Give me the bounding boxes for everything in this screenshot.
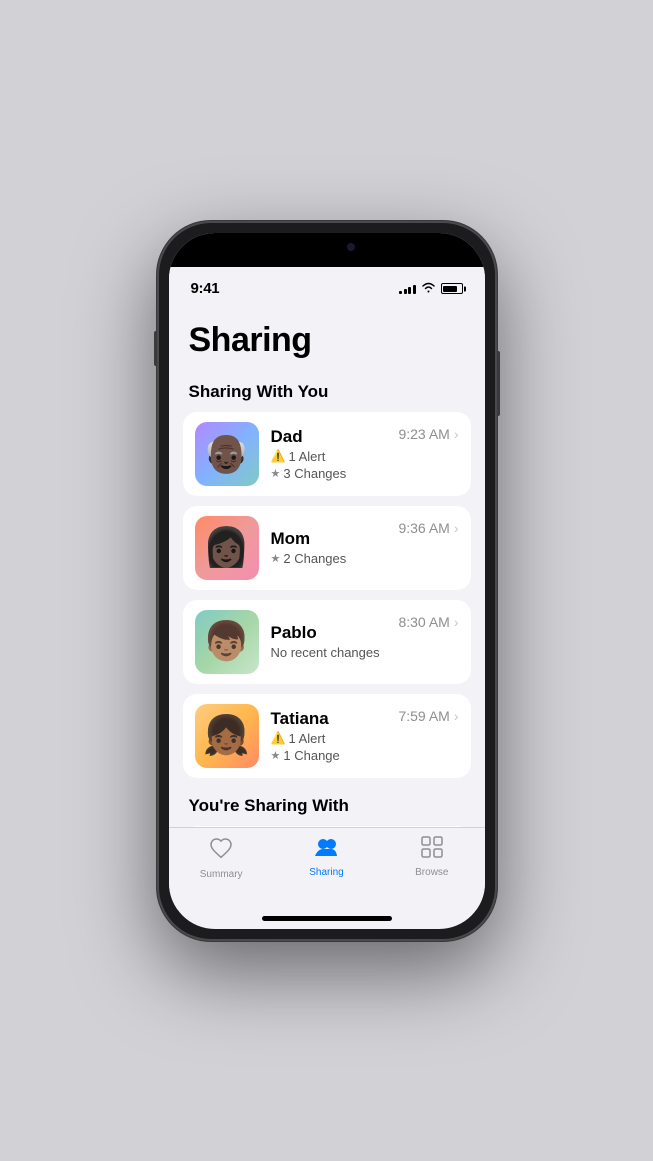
tab-bar: Summary Sharing <box>169 827 485 910</box>
contact-info-mom: Mom ★ 2 Changes <box>271 529 387 566</box>
screen-content[interactable]: Sharing Sharing With You 👴🏿 Dad ⚠️ 1 Ale… <box>169 311 485 827</box>
contact-changes-tatiana: ★ 1 Change <box>271 748 387 763</box>
contact-changes-mom: ★ 2 Changes <box>271 551 387 566</box>
contact-name-tatiana: Tatiana <box>271 709 387 729</box>
wifi-icon <box>421 282 436 296</box>
notch-area <box>169 233 485 267</box>
alert-icon-dad: ⚠️ <box>271 449 286 463</box>
tab-browse[interactable]: Browse <box>379 836 484 878</box>
status-time: 9:41 <box>191 280 220 297</box>
phone-screen: 9:41 <box>169 233 485 929</box>
contact-name-mom: Mom <box>271 529 387 549</box>
tab-summary[interactable]: Summary <box>169 836 274 880</box>
contact-time-tatiana: 7:59 AM › <box>398 704 458 724</box>
sharing-icon <box>313 836 339 864</box>
heart-icon <box>209 836 233 866</box>
contact-name-pablo: Pablo <box>271 623 387 643</box>
avatar-mom: 👩🏿 <box>195 516 259 580</box>
chevron-icon-tatiana: › <box>454 708 459 724</box>
chevron-icon-mom: › <box>454 520 459 536</box>
contact-changes-dad: ★ 3 Changes <box>271 466 387 481</box>
chevron-icon-dad: › <box>454 426 459 442</box>
contact-changes-pablo: No recent changes <box>271 645 387 660</box>
browse-icon <box>421 836 443 864</box>
contact-card-mom[interactable]: 👩🏿 Mom ★ 2 Changes 9:36 AM › <box>183 506 471 590</box>
contact-info-pablo: Pablo No recent changes <box>271 623 387 660</box>
signal-bars-icon <box>399 283 416 294</box>
contact-card-tatiana[interactable]: 👧🏾 Tatiana ⚠️ 1 Alert ★ 1 Change 7:59 AM <box>183 694 471 778</box>
contact-time-dad: 9:23 AM › <box>398 422 458 442</box>
star-icon-tatiana: ★ <box>271 749 281 762</box>
page-title: Sharing <box>169 311 485 374</box>
home-indicator <box>262 916 392 921</box>
tab-summary-label: Summary <box>200 869 243 880</box>
section-header-sharing-with-you: Sharing With You <box>169 374 485 412</box>
battery-icon <box>441 283 463 294</box>
star-icon-dad: ★ <box>271 467 281 480</box>
avatar-pablo: 👦🏽 <box>195 610 259 674</box>
contact-card-dad[interactable]: 👴🏿 Dad ⚠️ 1 Alert ★ 3 Changes 9:23 AM › <box>183 412 471 496</box>
avatar-tatiana: 👧🏾 <box>195 704 259 768</box>
phone-frame: 9:41 <box>157 221 497 941</box>
status-icons <box>399 282 463 296</box>
alert-icon-tatiana: ⚠️ <box>271 731 286 745</box>
camera-dot <box>347 243 355 251</box>
star-icon-mom: ★ <box>271 552 281 565</box>
avatar-dad: 👴🏿 <box>195 422 259 486</box>
tab-sharing-label: Sharing <box>309 867 343 878</box>
contact-name-dad: Dad <box>271 427 387 447</box>
contact-info-tatiana: Tatiana ⚠️ 1 Alert ★ 1 Change <box>271 709 387 763</box>
section-header-youre-sharing: You're Sharing With <box>169 788 485 826</box>
contact-alert-dad: ⚠️ 1 Alert <box>271 449 387 464</box>
contact-alert-tatiana: ⚠️ 1 Alert <box>271 731 387 746</box>
contact-time-mom: 9:36 AM › <box>398 516 458 536</box>
status-bar: 9:41 <box>169 267 485 311</box>
tab-sharing[interactable]: Sharing <box>274 836 379 878</box>
chevron-icon-pablo: › <box>454 614 459 630</box>
contact-time-pablo: 8:30 AM › <box>398 610 458 630</box>
contact-info-dad: Dad ⚠️ 1 Alert ★ 3 Changes <box>271 427 387 481</box>
contact-card-pablo[interactable]: 👦🏽 Pablo No recent changes 8:30 AM › <box>183 600 471 684</box>
tab-browse-label: Browse <box>415 867 448 878</box>
notch <box>262 233 392 261</box>
